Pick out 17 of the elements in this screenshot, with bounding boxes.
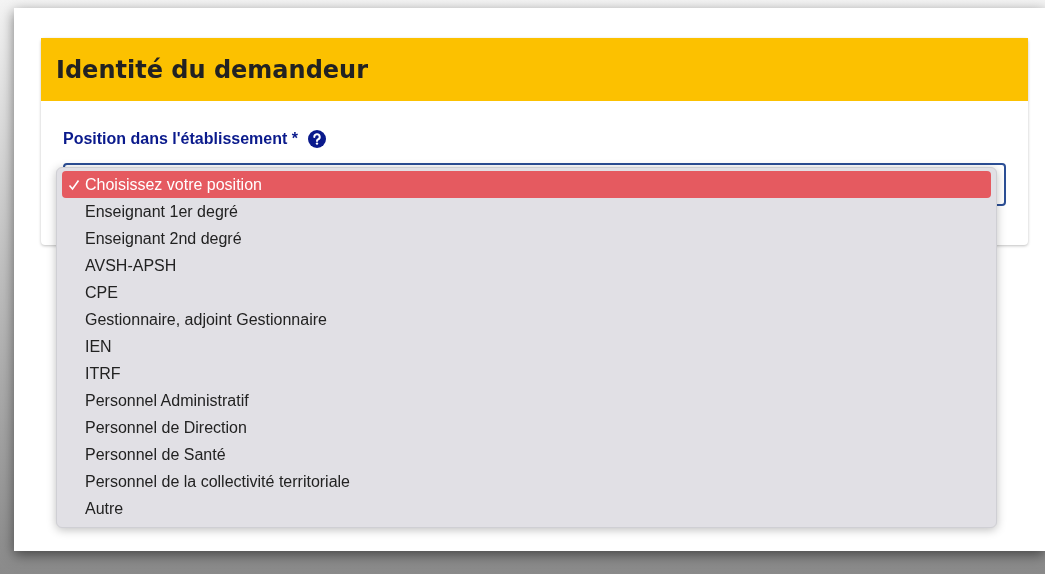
dropdown-option[interactable]: AVSH-APSH: [62, 252, 991, 279]
dropdown-option[interactable]: Personnel de la collectivité territoriale: [62, 468, 991, 495]
dropdown-option[interactable]: Enseignant 1er degré: [62, 198, 991, 225]
card-title: Identité du demandeur: [56, 54, 369, 86]
dropdown-option[interactable]: Personnel de Direction: [62, 414, 991, 441]
dropdown-option[interactable]: Autre: [62, 495, 991, 522]
field-label: Position dans l'établissement *: [63, 129, 298, 149]
check-icon: [67, 178, 80, 191]
dropdown-option[interactable]: Choisissez votre position: [62, 171, 991, 198]
dropdown-option[interactable]: IEN: [62, 333, 991, 360]
help-icon[interactable]: [308, 130, 326, 148]
dropdown-option[interactable]: Personnel Administratif: [62, 387, 991, 414]
dropdown-option[interactable]: ITRF: [62, 360, 991, 387]
dropdown-option[interactable]: Enseignant 2nd degré: [62, 225, 991, 252]
dropdown-option[interactable]: Gestionnaire, adjoint Gestionnaire: [62, 306, 991, 333]
dropdown-option[interactable]: Personnel de Santé: [62, 441, 991, 468]
dropdown-option[interactable]: CPE: [62, 279, 991, 306]
